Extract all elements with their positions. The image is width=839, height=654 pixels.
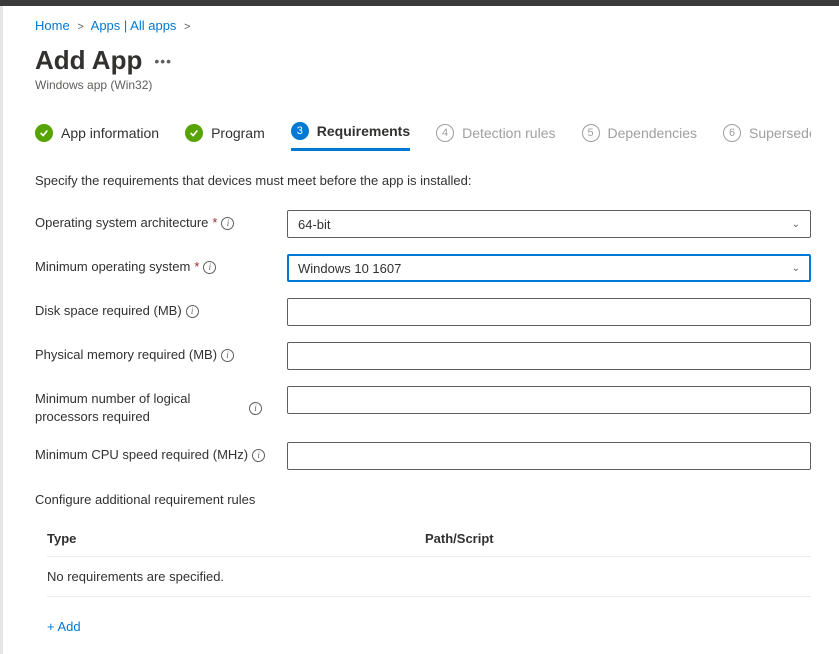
step-number-badge: 5 bbox=[582, 124, 600, 142]
tab-app-information[interactable]: App information bbox=[35, 122, 159, 151]
logical-processors-input[interactable] bbox=[287, 386, 811, 414]
field-os-architecture: Operating system architecture * i 64-bit… bbox=[35, 210, 811, 238]
tab-dependencies: 5 Dependencies bbox=[582, 122, 698, 151]
page-subtitle: Windows app (Win32) bbox=[35, 78, 811, 92]
physical-memory-input[interactable] bbox=[287, 342, 811, 370]
add-rule-button[interactable]: + Add bbox=[47, 619, 81, 634]
info-icon[interactable]: i bbox=[221, 217, 234, 230]
field-label: Operating system architecture * i bbox=[35, 210, 287, 232]
chevron-down-icon: ⌄ bbox=[792, 263, 800, 274]
tab-requirements[interactable]: 3 Requirements bbox=[291, 122, 410, 151]
disk-space-input[interactable] bbox=[287, 298, 811, 326]
page-header: Add App ••• bbox=[35, 45, 811, 76]
step-number-badge: 4 bbox=[436, 124, 454, 142]
field-logical-processors: Minimum number of logical processors req… bbox=[35, 386, 811, 426]
form-description: Specify the requirements that devices mu… bbox=[35, 173, 811, 188]
info-icon[interactable]: i bbox=[249, 402, 262, 415]
breadcrumb-apps[interactable]: Apps | All apps bbox=[91, 18, 177, 33]
page-content: Home > Apps | All apps > Add App ••• Win… bbox=[0, 6, 839, 654]
required-indicator: * bbox=[194, 258, 199, 276]
chevron-right-icon: > bbox=[184, 21, 190, 33]
field-label: Minimum operating system * i bbox=[35, 254, 287, 276]
tab-label: Detection rules bbox=[462, 125, 555, 141]
info-icon[interactable]: i bbox=[203, 261, 216, 274]
label-text: Physical memory required (MB) bbox=[35, 346, 217, 364]
checkmark-icon bbox=[35, 124, 53, 142]
info-icon[interactable]: i bbox=[186, 305, 199, 318]
tab-label: Requirements bbox=[317, 123, 410, 139]
field-min-os: Minimum operating system * i Windows 10 … bbox=[35, 254, 811, 282]
tab-supersedence: 6 Supersedence bbox=[723, 122, 811, 151]
min-os-select[interactable]: Windows 10 1607 ⌄ bbox=[287, 254, 811, 282]
additional-rules-heading: Configure additional requirement rules bbox=[35, 492, 811, 507]
field-disk-space: Disk space required (MB) i bbox=[35, 298, 811, 326]
label-text: Minimum operating system bbox=[35, 258, 190, 276]
field-physical-memory: Physical memory required (MB) i bbox=[35, 342, 811, 370]
checkmark-icon bbox=[185, 124, 203, 142]
breadcrumb: Home > Apps | All apps > bbox=[35, 18, 811, 33]
tab-label: Program bbox=[211, 125, 265, 141]
label-text: Minimum CPU speed required (MHz) bbox=[35, 446, 248, 464]
column-header-type: Type bbox=[47, 531, 425, 546]
field-label: Minimum CPU speed required (MHz) i bbox=[35, 442, 287, 464]
label-text: Operating system architecture bbox=[35, 214, 208, 232]
tab-label: App information bbox=[61, 125, 159, 141]
label-text: Minimum number of logical processors req… bbox=[35, 390, 245, 426]
select-value: Windows 10 1607 bbox=[298, 261, 401, 276]
select-value: 64-bit bbox=[298, 217, 331, 232]
page-title: Add App bbox=[35, 45, 142, 76]
tab-detection-rules: 4 Detection rules bbox=[436, 122, 555, 151]
field-label: Minimum number of logical processors req… bbox=[35, 386, 287, 426]
tab-label: Dependencies bbox=[608, 125, 698, 141]
column-header-path: Path/Script bbox=[425, 531, 494, 546]
chevron-down-icon: ⌄ bbox=[792, 219, 800, 230]
rules-table-header: Type Path/Script bbox=[47, 531, 811, 557]
chevron-right-icon: > bbox=[77, 21, 83, 33]
step-number-badge: 6 bbox=[723, 124, 741, 142]
step-number-badge: 3 bbox=[291, 122, 309, 140]
rules-empty-message: No requirements are specified. bbox=[47, 557, 811, 597]
field-cpu-speed: Minimum CPU speed required (MHz) i bbox=[35, 442, 811, 470]
os-architecture-select[interactable]: 64-bit ⌄ bbox=[287, 210, 811, 238]
info-icon[interactable]: i bbox=[252, 449, 265, 462]
required-indicator: * bbox=[212, 214, 217, 232]
info-icon[interactable]: i bbox=[221, 349, 234, 362]
rules-table: Type Path/Script No requirements are spe… bbox=[47, 531, 811, 634]
more-icon[interactable]: ••• bbox=[154, 53, 172, 69]
field-label: Disk space required (MB) i bbox=[35, 298, 287, 320]
field-label: Physical memory required (MB) i bbox=[35, 342, 287, 364]
tab-program[interactable]: Program bbox=[185, 122, 265, 151]
wizard-tabs: App information Program 3 Requirements 4… bbox=[35, 122, 811, 151]
breadcrumb-home[interactable]: Home bbox=[35, 18, 70, 33]
cpu-speed-input[interactable] bbox=[287, 442, 811, 470]
tab-label: Supersedence bbox=[749, 125, 811, 141]
label-text: Disk space required (MB) bbox=[35, 302, 182, 320]
